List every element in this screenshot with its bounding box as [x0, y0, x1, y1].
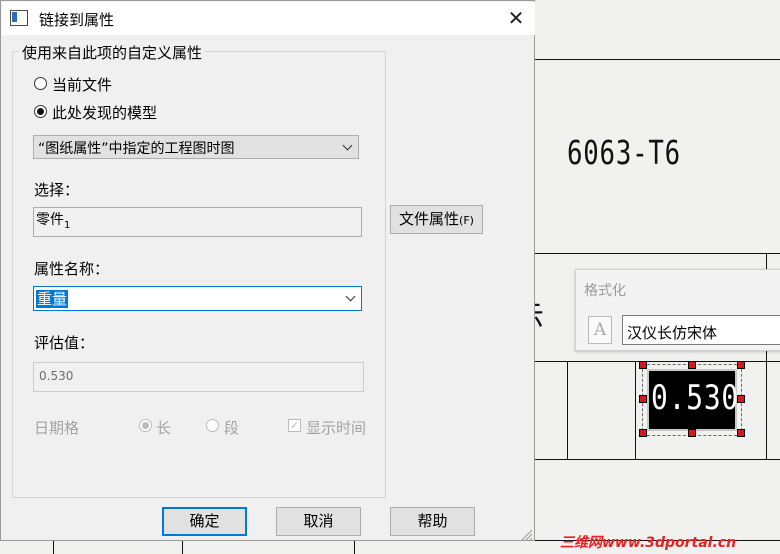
resize-grip-icon[interactable] — [519, 527, 533, 541]
radio-date-long[interactable] — [139, 419, 152, 432]
resize-handle[interactable] — [688, 361, 696, 369]
dialog-title: 链接到属性 — [39, 11, 115, 29]
drawing-line — [535, 253, 780, 254]
resize-handle[interactable] — [737, 361, 745, 369]
font-icon[interactable]: A — [588, 316, 612, 344]
cancel-button[interactable]: 取消 — [276, 507, 361, 536]
selection-field[interactable]: 零件1 — [33, 207, 362, 237]
drawing-line — [567, 361, 568, 460]
evaluated-value-label: 评估值： — [34, 334, 95, 352]
resize-handle[interactable] — [639, 429, 647, 437]
show-time-label: 显示时间 — [306, 419, 367, 437]
resize-handle[interactable] — [688, 429, 696, 437]
selection-suffix: 1 — [64, 219, 71, 231]
radio-date-short[interactable] — [206, 419, 219, 432]
model-source-value: “图纸属性”中指定的工程图时图 — [38, 141, 235, 157]
model-source-select[interactable]: “图纸属性”中指定的工程图时图 — [33, 135, 359, 159]
file-properties-label: 文件属性 — [399, 210, 460, 228]
link-to-property-dialog: 链接到属性 ✕ 使用来自此项的自定义属性 当前文件 此处发现的模型 “图纸属性”… — [0, 0, 535, 541]
ok-button[interactable]: 确定 — [162, 507, 247, 536]
date-format-label: 日期格 — [34, 419, 80, 437]
drawing-line — [535, 59, 780, 60]
show-time-checkbox[interactable]: ✓ — [288, 419, 301, 432]
radio-model-label[interactable]: 此处发现的模型 — [52, 102, 157, 123]
resize-handle[interactable] — [639, 361, 647, 369]
drawing-line — [635, 361, 636, 460]
group-label: 使用来自此项的自定义属性 — [19, 42, 206, 63]
file-properties-button[interactable]: 文件属性(F) — [390, 205, 483, 234]
resize-handle[interactable] — [737, 395, 745, 403]
drawing-line — [535, 459, 780, 460]
radio-current-file-label[interactable]: 当前文件 — [52, 74, 112, 95]
watermark: 三维网www.3dportal.cn — [560, 535, 737, 551]
drawing-line — [354, 540, 355, 554]
radio-date-long-label: 长 — [156, 419, 172, 437]
window-icon — [10, 10, 28, 26]
radio-current-file[interactable] — [34, 77, 47, 90]
selection-label: 选择： — [34, 181, 80, 199]
selection-value: 零件 — [36, 212, 64, 228]
drawing-line — [182, 540, 183, 554]
property-name-value: 重量 — [36, 290, 69, 308]
format-popup-title: 格式化 — [584, 283, 626, 299]
resize-handle[interactable] — [639, 395, 647, 403]
close-button[interactable]: ✕ — [501, 5, 531, 31]
property-name-select[interactable]: 重量 — [33, 286, 362, 311]
file-properties-hotkey: (F) — [459, 214, 474, 227]
material-note[interactable]: 6063-T6 — [567, 133, 681, 172]
radio-date-short-label: 段 — [224, 419, 240, 437]
drawing-line — [53, 540, 54, 554]
evaluated-value-field: 0.530 — [33, 362, 364, 392]
radio-model-found-here[interactable] — [34, 105, 47, 118]
help-button[interactable]: 帮助 — [390, 507, 475, 536]
font-name-field[interactable]: 汉仪长仿宋体 — [622, 315, 780, 345]
property-name-label: 属性名称： — [34, 260, 110, 278]
selected-note-text: 0.530 — [651, 378, 740, 418]
resize-handle[interactable] — [737, 429, 745, 437]
